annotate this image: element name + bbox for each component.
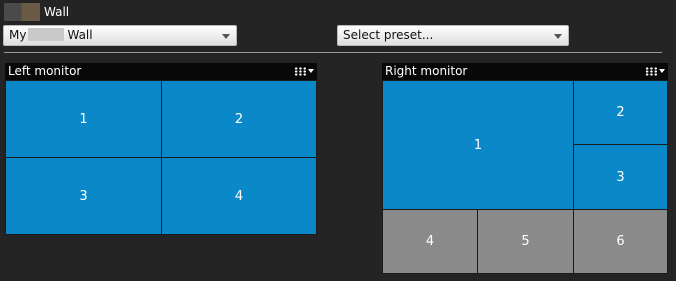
right-monitor-tile[interactable]: 4 (382, 209, 478, 274)
left-monitor-title: Left monitor (8, 64, 82, 78)
tile-label: 1 (79, 111, 88, 127)
preset-dropdown-value: Select preset... (343, 28, 434, 42)
tile-label: 6 (616, 234, 625, 249)
wall-thumbnail (4, 3, 40, 21)
right-monitor-header: Right monitor (382, 63, 668, 80)
chevron-down-icon (554, 34, 562, 39)
tile-label: 4 (425, 234, 435, 249)
right-monitor-title: Right monitor (385, 64, 468, 78)
left-monitor-tile[interactable]: 4 (161, 157, 317, 235)
left-monitor-tile[interactable]: 3 (5, 157, 162, 235)
redacted-name (28, 28, 65, 41)
chevron-down-icon (222, 34, 230, 39)
left-monitor-tile[interactable]: 1 (5, 80, 162, 158)
grid-menu-icon[interactable] (645, 66, 665, 77)
grid-menu-icon[interactable] (294, 66, 314, 77)
right-monitor-tile[interactable]: 3 (573, 144, 668, 210)
wall-dropdown-prefix: My (9, 28, 27, 42)
wall-dropdown-suffix: Wall (67, 28, 93, 42)
page-title: Wall (44, 5, 70, 19)
tile-label: 3 (616, 169, 625, 185)
divider (4, 52, 662, 53)
tile-label: 4 (234, 188, 244, 204)
tile-label: 1 (473, 137, 483, 153)
right-monitor-tile[interactable]: 6 (573, 209, 668, 274)
left-monitor-tile[interactable]: 2 (161, 80, 317, 158)
tile-label: 3 (79, 188, 88, 204)
right-monitor-tile[interactable]: 2 (573, 80, 668, 145)
wall-dropdown[interactable]: My Wall (3, 25, 237, 46)
right-monitor-tile[interactable]: 1 (382, 80, 574, 210)
preset-dropdown[interactable]: Select preset... (337, 25, 569, 46)
tile-label: 5 (521, 234, 530, 249)
right-monitor-tile[interactable]: 5 (477, 209, 574, 274)
tile-label: 2 (234, 111, 244, 127)
left-monitor-header: Left monitor (5, 63, 317, 80)
tile-label: 2 (616, 105, 625, 120)
